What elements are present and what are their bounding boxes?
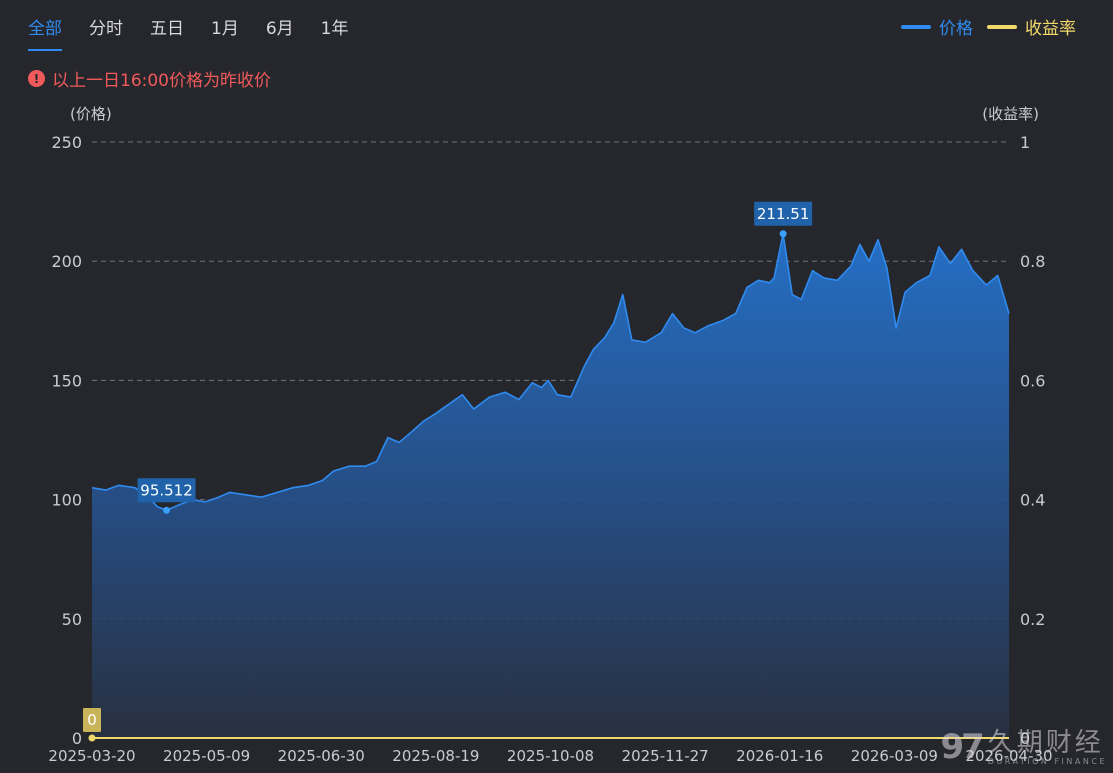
watermark-en: DURATION FINANCE <box>987 756 1107 766</box>
y-tick-label-left: 250 <box>51 133 82 152</box>
annotation-point <box>779 230 787 238</box>
y-tick-label-right: 0.2 <box>1020 610 1045 629</box>
annotation-point <box>88 734 96 742</box>
annotation-label: 0 <box>87 711 97 729</box>
x-tick-label: 2025-08-19 <box>392 747 479 765</box>
x-tick-label: 2025-06-30 <box>278 747 365 765</box>
price-yield-chart: 0 0 50 0.2 100 0.4 150 0.6 200 0.8 250 1 (价格) (收益率) 20… <box>48 105 1052 765</box>
watermark-logo: 97 <box>940 727 984 767</box>
x-tick-label: 2026-03-09 <box>851 747 938 765</box>
y-tick-label-left: 50 <box>62 610 82 629</box>
watermark: 97 久期财经 DURATION FINANCE <box>940 727 1107 767</box>
watermark-cn: 久期财经 <box>987 727 1104 758</box>
x-tick-label: 2026-01-16 <box>736 747 823 765</box>
y-tick-label-left: 200 <box>51 252 82 271</box>
x-tick-label: 2025-11-27 <box>622 747 709 765</box>
y-tick-label-left: 0 <box>72 729 82 748</box>
x-tick-label: 2025-05-09 <box>163 747 250 765</box>
x-tick-label: 2025-10-08 <box>507 747 594 765</box>
y-tick-label-right: 0.8 <box>1020 252 1045 271</box>
x-tick-label: 2025-03-20 <box>48 747 135 765</box>
price-area <box>92 233 1009 739</box>
y-tick-label-left: 150 <box>51 371 82 390</box>
annotation-label: 95.512 <box>140 481 193 499</box>
y-tick-label-right: 0.4 <box>1020 491 1045 510</box>
y-tick-label-right: 1 <box>1020 133 1030 152</box>
y-tick-label-left: 100 <box>51 491 82 510</box>
y-tick-label-right: 0.6 <box>1020 371 1045 390</box>
right-axis-title: (收益率) <box>982 105 1039 123</box>
left-axis-title: (价格) <box>70 105 112 123</box>
annotation-point <box>163 506 171 514</box>
annotation-label: 211.51 <box>757 205 810 223</box>
